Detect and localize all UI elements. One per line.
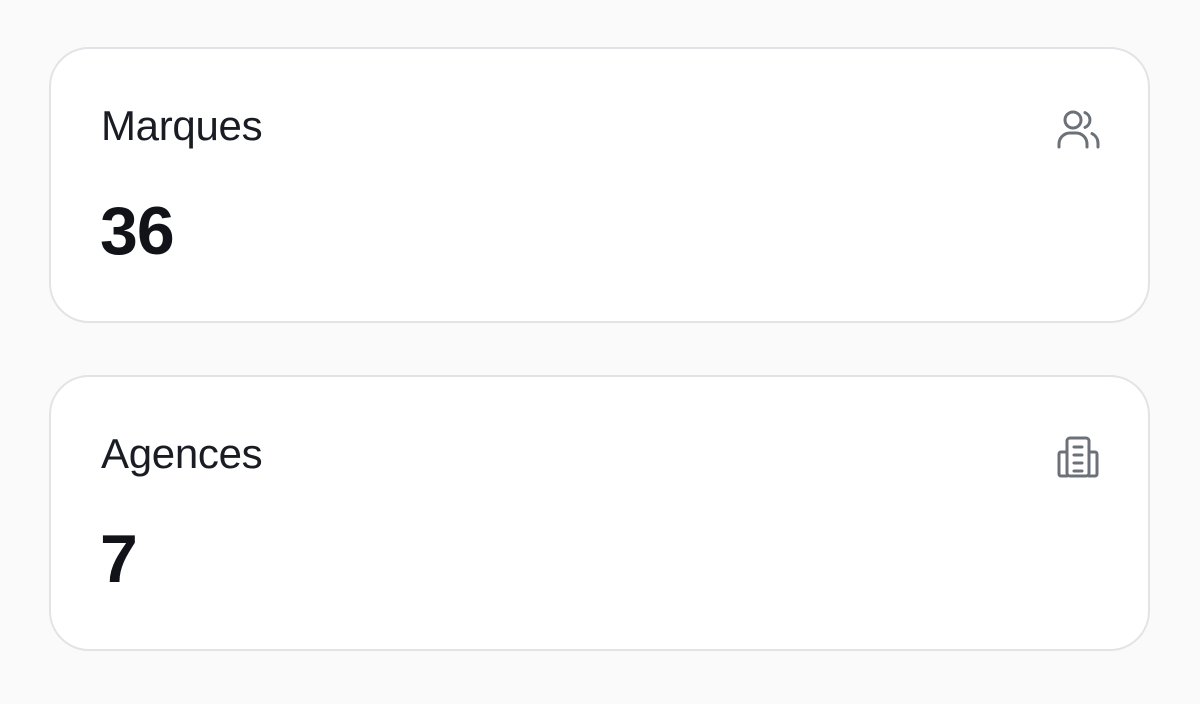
stat-card-marques[interactable]: Marques 36 bbox=[49, 47, 1150, 323]
building-icon bbox=[1054, 433, 1102, 481]
card-value: 36 bbox=[100, 193, 175, 269]
users-icon bbox=[1054, 105, 1102, 153]
card-title: Marques bbox=[101, 102, 263, 149]
card-title: Agences bbox=[101, 430, 263, 477]
card-value: 7 bbox=[100, 521, 138, 597]
stat-card-agences[interactable]: Agences 7 bbox=[49, 375, 1150, 651]
